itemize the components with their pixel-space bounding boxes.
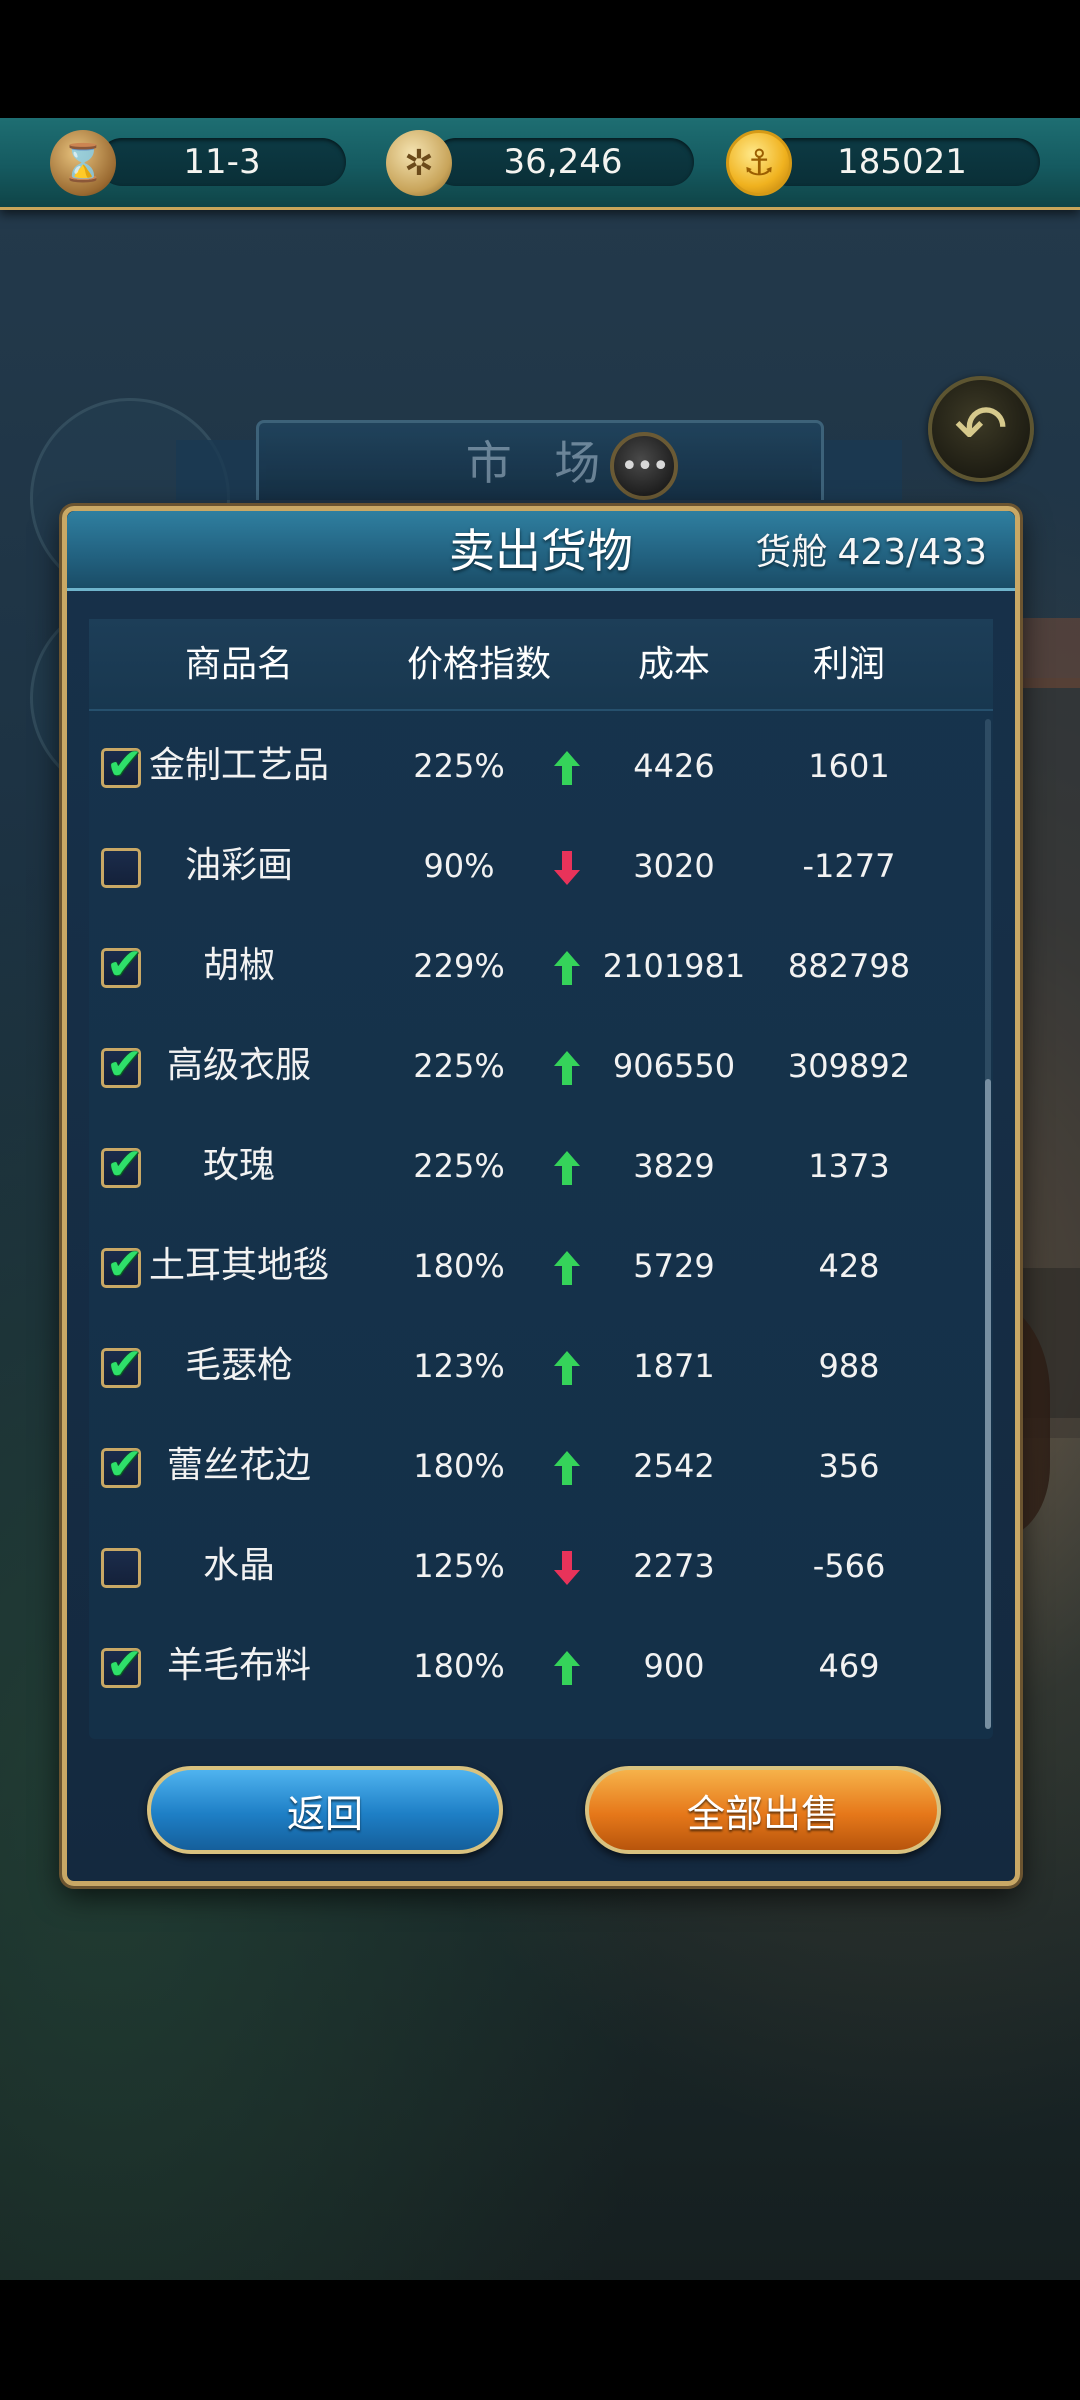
trend-down-arrow-icon <box>554 1551 580 1585</box>
goods-name: 金制工艺品 <box>148 745 329 786</box>
cost-value: 2542 <box>633 1447 715 1485</box>
compass-icon: ✲ <box>386 130 452 196</box>
profit-value: 428 <box>818 1247 880 1285</box>
table-row[interactable]: ✔ 玫瑰 225% 3829 1373 <box>89 1116 993 1216</box>
goods-name: 胡椒 <box>202 945 275 986</box>
goods-name: 毛瑟枪 <box>184 1345 293 1386</box>
status-bar <box>0 0 1080 118</box>
gold-anchor-coin-icon: ⚓ <box>726 130 792 196</box>
trend-up-arrow-icon <box>554 951 580 985</box>
trend-up-arrow-icon <box>554 1251 580 1285</box>
table-row[interactable]: 油彩画 90% 3020 -1277 <box>89 816 993 916</box>
table-header: 商品名 价格指数 成本 利润 <box>89 619 993 711</box>
cost-value: 2273 <box>633 1547 715 1585</box>
table-row[interactable]: ✔ 胡椒 229% 2101981 882798 <box>89 916 993 1016</box>
header-cost: 成本 <box>637 644 710 685</box>
header-price-index: 价格指数 <box>406 644 551 685</box>
dialog-header: 卖出货物 货舱 423/433 <box>67 511 1015 591</box>
goods-name: 土耳其地毯 <box>148 1245 329 1286</box>
back-button-label: 返回 <box>286 1792 363 1836</box>
table-row[interactable]: ✔ 蕾丝花边 180% 2542 356 <box>89 1416 993 1516</box>
sell-all-button[interactable]: 全部出售 <box>585 1766 941 1854</box>
cost-value: 3020 <box>633 847 715 885</box>
header-name: 商品名 <box>184 644 293 685</box>
cost-value: 906550 <box>612 1047 736 1085</box>
profit-value: -1277 <box>802 847 896 885</box>
cargo-capacity: 货舱 423/433 <box>745 511 987 591</box>
table-row[interactable]: ✔ 土耳其地毯 180% 5729 428 <box>89 1216 993 1316</box>
table-row[interactable]: ✔ 毛瑟枪 123% 1871 988 <box>89 1316 993 1416</box>
price-index: 125% <box>413 1547 505 1585</box>
table-row[interactable]: ✔ 高级衣服 225% 906550 309892 <box>89 1016 993 1116</box>
resource-bar: 11-3 ⌛ 36,246 ✲ 185021 ⚓ <box>0 118 1080 210</box>
trend-up-arrow-icon <box>554 1651 580 1685</box>
goods-name: 高级衣服 <box>166 1045 311 1086</box>
cost-value: 1871 <box>633 1347 715 1385</box>
date-display: 11-3 <box>98 138 346 186</box>
goods-name: 羊毛布料 <box>166 1645 311 1686</box>
profit-value: 309892 <box>787 1047 911 1085</box>
market-tab: 市 场 <box>256 420 824 500</box>
price-index: 180% <box>413 1647 505 1685</box>
chat-bubble-icon[interactable]: ••• <box>610 432 678 500</box>
back-button[interactable]: 返回 <box>147 1766 503 1854</box>
trend-up-arrow-icon <box>554 1051 580 1085</box>
profit-value: 1601 <box>808 747 890 785</box>
back-arrow-icon[interactable]: ↶ <box>928 376 1034 482</box>
cost-value: 3829 <box>633 1147 715 1185</box>
profit-value: 469 <box>818 1647 880 1685</box>
cost-value: 2101981 <box>602 947 746 985</box>
profit-value: 356 <box>818 1447 880 1485</box>
market-title: 市 场 <box>465 436 615 490</box>
sell-goods-dialog: 卖出货物 货舱 423/433 商品名 价格指数 成本 利润 ✔ 金制工艺品 225%… <box>62 506 1020 1886</box>
price-index: 225% <box>413 1047 505 1085</box>
price-index: 123% <box>413 1347 505 1385</box>
cost-value: 4426 <box>633 747 715 785</box>
trend-up-arrow-icon <box>554 1351 580 1385</box>
goods-name: 水晶 <box>202 1545 275 1586</box>
header-profit: 利润 <box>812 644 885 685</box>
goods-table: 商品名 价格指数 成本 利润 ✔ 金制工艺品 225% 4426 1601 油彩画 90% 3… <box>89 619 993 1739</box>
cost-value: 900 <box>643 1647 705 1685</box>
table-row[interactable]: ✔ 金制工艺品 225% 4426 1601 <box>89 716 993 816</box>
cargo-label: 货舱 <box>755 532 828 573</box>
trend-up-arrow-icon <box>554 1151 580 1185</box>
cost-value: 5729 <box>633 1247 715 1285</box>
goods-name: 油彩画 <box>184 845 293 886</box>
price-index: 180% <box>413 1247 505 1285</box>
price-index: 225% <box>413 747 505 785</box>
goods-name: 蕾丝花边 <box>166 1445 311 1486</box>
goods-list: ✔ 金制工艺品 225% 4426 1601 油彩画 90% 3020 -1277 ✔ 胡椒 229%… <box>89 711 993 1731</box>
price-index: 229% <box>413 947 505 985</box>
trend-up-arrow-icon <box>554 1451 580 1485</box>
profit-value: -566 <box>812 1547 886 1585</box>
profit-value: 882798 <box>787 947 911 985</box>
profit-value: 988 <box>818 1347 880 1385</box>
cargo-value: 423/433 <box>837 532 987 573</box>
gold-display: 185021 <box>764 138 1040 186</box>
hourglass-icon: ⌛ <box>50 130 116 196</box>
sell-all-button-label: 全部出售 <box>686 1792 839 1836</box>
scrollbar-thumb[interactable] <box>985 1079 991 1729</box>
goods-name: 玫瑰 <box>202 1145 275 1186</box>
price-index: 225% <box>413 1147 505 1185</box>
table-row[interactable]: 水晶 125% 2273 -566 <box>89 1516 993 1616</box>
trend-up-arrow-icon <box>554 751 580 785</box>
price-index: 90% <box>423 847 495 885</box>
trend-down-arrow-icon <box>554 851 580 885</box>
table-row[interactable]: ✔ 羊毛布料 180% 900 469 <box>89 1616 993 1716</box>
profit-value: 1373 <box>808 1147 890 1185</box>
price-index: 180% <box>413 1447 505 1485</box>
fame-display: 36,246 <box>432 138 694 186</box>
